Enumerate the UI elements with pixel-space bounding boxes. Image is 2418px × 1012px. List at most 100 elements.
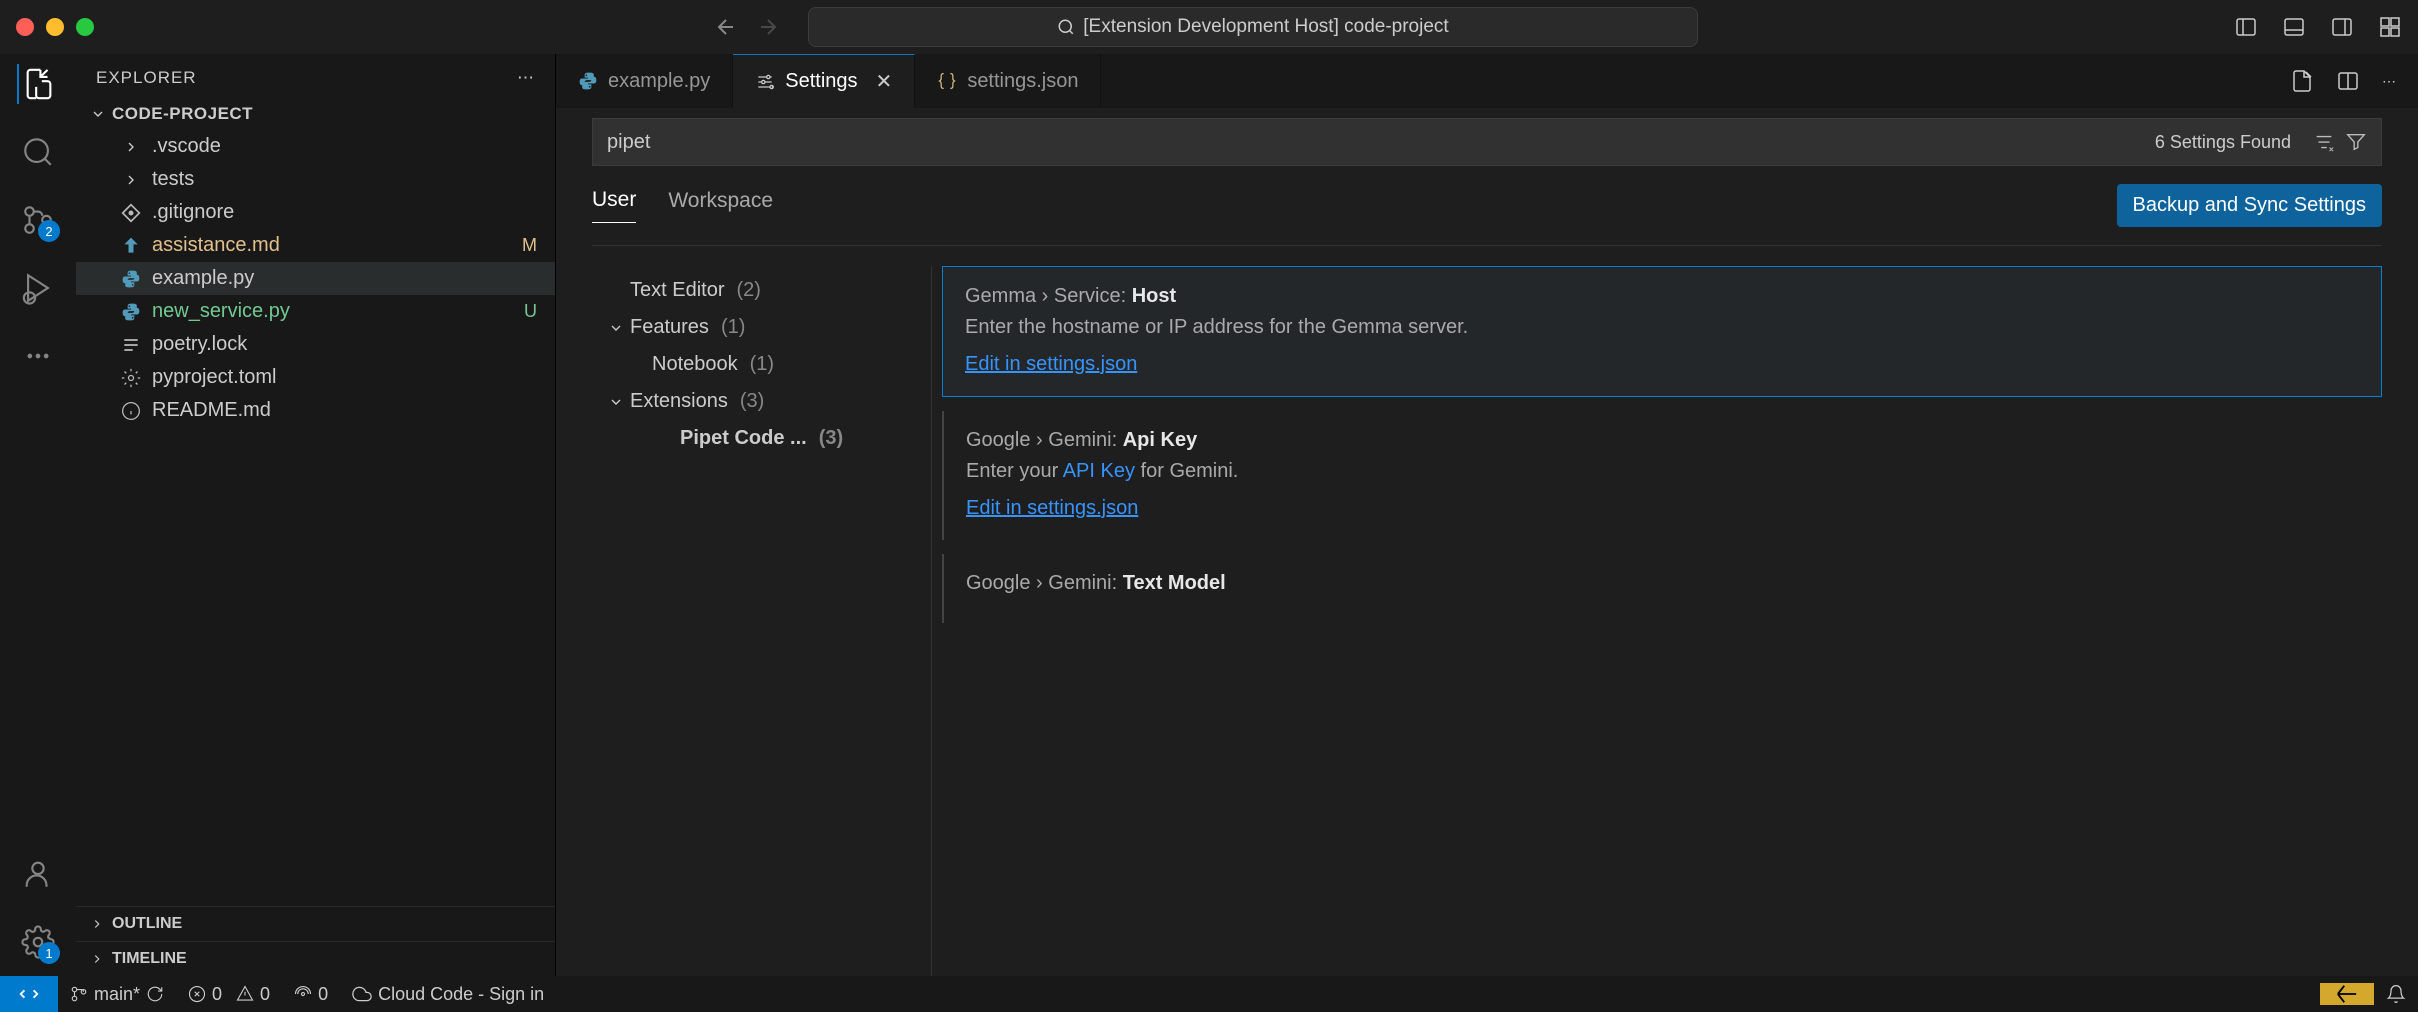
toggle-primary-sidebar-icon[interactable] [2234, 15, 2258, 39]
settings-search-input[interactable] [607, 131, 2155, 154]
source-control-icon[interactable]: 2 [18, 200, 58, 240]
scm-badge: 2 [38, 220, 60, 242]
command-center[interactable]: [Extension Development Host] code-projec… [808, 7, 1698, 47]
toc-label: Text Editor [630, 279, 724, 302]
file-assistance-md[interactable]: assistance.md M [76, 229, 555, 262]
project-header[interactable]: CODE-PROJECT [76, 98, 555, 130]
chevron-down-icon [608, 320, 624, 336]
file-icon [120, 139, 142, 155]
toc-Extensions[interactable]: Extensions(3) [602, 383, 921, 420]
api-key-link[interactable]: API Key [1063, 460, 1135, 482]
file-example-py[interactable]: example.py [76, 262, 555, 295]
file-poetry-lock[interactable]: poetry.lock [76, 328, 555, 361]
setting-scope: Google › Gemini: [966, 429, 1123, 451]
error-icon [188, 985, 206, 1003]
tab-settings-json[interactable]: settings.json [915, 54, 1101, 108]
toc-Text-Editor[interactable]: Text Editor (2) [602, 272, 921, 309]
radio-icon [294, 985, 312, 1003]
file-label: new_service.py [152, 300, 514, 323]
more-icon[interactable]: ⋯ [517, 68, 535, 88]
setting-Api-Key[interactable]: Google › Gemini: Api KeyEnter your API K… [942, 411, 2382, 540]
more-icon[interactable]: ⋯ [2382, 73, 2396, 90]
edit-in-json-link[interactable]: Edit in settings.json [965, 353, 1137, 375]
toc-count: (2) [736, 279, 760, 302]
chevron-right-icon [90, 917, 104, 931]
outline-section[interactable]: OUTLINE [76, 906, 555, 941]
customize-layout-icon[interactable] [2378, 15, 2402, 39]
setting-description: Enter the hostname or IP address for the… [965, 316, 2359, 339]
toc-count: (1) [721, 316, 745, 339]
tab-label: example.py [608, 70, 710, 93]
window-title: [Extension Development Host] code-projec… [1083, 16, 1448, 38]
toggle-panel-icon[interactable] [2282, 15, 2306, 39]
chevron-right-icon [90, 952, 104, 966]
tab-Settings[interactable]: Settings ✕ [733, 54, 915, 108]
ports-status[interactable]: 0 [282, 984, 340, 1005]
chevron-down-icon [90, 106, 106, 122]
manage-icon[interactable]: 1 [18, 922, 58, 962]
setting-Host[interactable]: Gemma › Service: HostEnter the hostname … [942, 266, 2382, 397]
notifications-icon[interactable] [2374, 983, 2418, 1005]
file-icon [120, 172, 142, 188]
sidebar: EXPLORER ⋯ CODE-PROJECT .vscode tests .g… [76, 54, 556, 976]
scope-workspace-tab[interactable]: Workspace [668, 189, 773, 223]
toc-label: Features [630, 316, 709, 339]
maximize-window-button[interactable] [76, 18, 94, 36]
setting-Text-Model[interactable]: Google › Gemini: Text Model [942, 554, 2382, 623]
minimize-window-button[interactable] [46, 18, 64, 36]
toc-Pipet-Code----[interactable]: Pipet Code ...(3) [602, 420, 921, 457]
split-editor-icon[interactable] [2336, 69, 2360, 93]
accounts-icon[interactable] [18, 854, 58, 894]
debug-icon[interactable] [18, 268, 58, 308]
clear-filter-icon[interactable] [2313, 131, 2335, 153]
branch-status[interactable]: main* [58, 984, 176, 1005]
prettier-status[interactable] [2320, 983, 2374, 1005]
file-status: U [524, 301, 537, 322]
file-label: .vscode [152, 135, 543, 158]
close-icon[interactable]: ✕ [876, 69, 893, 94]
nav-forward-icon[interactable] [756, 15, 780, 39]
cloud-code-status[interactable]: Cloud Code - Sign in [340, 984, 556, 1005]
nav-back-icon[interactable] [714, 15, 738, 39]
statusbar: main* 0 0 0 Cloud Code - Sign in [0, 976, 2418, 1012]
file-label: poetry.lock [152, 333, 543, 356]
file-icon [120, 302, 142, 322]
edit-in-json-link[interactable]: Edit in settings.json [966, 497, 1138, 519]
search-icon [1057, 18, 1075, 36]
close-window-button[interactable] [16, 18, 34, 36]
explorer-icon[interactable] [17, 64, 57, 104]
file-label: example.py [152, 267, 543, 290]
file-status: M [522, 235, 537, 256]
problems-status[interactable]: 0 0 [176, 984, 282, 1005]
branch-name: main* [94, 984, 140, 1005]
titlebar: [Extension Development Host] code-projec… [0, 0, 2418, 54]
file-icon [120, 203, 142, 223]
setting-scope: Gemma › Service: [965, 285, 1132, 307]
toggle-secondary-sidebar-icon[interactable] [2330, 15, 2354, 39]
branch-icon [70, 985, 88, 1003]
file-README-md[interactable]: README.md [76, 394, 555, 427]
timeline-section[interactable]: TIMELINE [76, 941, 555, 976]
file-icon [120, 335, 142, 355]
filter-icon[interactable] [2345, 131, 2367, 153]
setting-scope: Google › Gemini: [966, 572, 1123, 594]
remote-button[interactable] [0, 976, 58, 1012]
toc-Features[interactable]: Features (1) [602, 309, 921, 346]
toc-Notebook[interactable]: Notebook (1) [602, 346, 921, 383]
tab-example-py[interactable]: example.py [556, 54, 733, 108]
file--vscode[interactable]: .vscode [76, 130, 555, 163]
file-pyproject-toml[interactable]: pyproject.toml [76, 361, 555, 394]
search-icon[interactable] [18, 132, 58, 172]
settings-list: Gemma › Service: HostEnter the hostname … [932, 266, 2382, 976]
toc-count: (1) [750, 353, 774, 376]
open-changes-icon[interactable] [2290, 69, 2314, 93]
scope-user-tab[interactable]: User [592, 188, 636, 223]
more-icon[interactable] [18, 336, 58, 376]
warning-icon [236, 985, 254, 1003]
file--gitignore[interactable]: .gitignore [76, 196, 555, 229]
tab-icon [578, 71, 598, 91]
toc-label: Notebook [652, 353, 738, 376]
file-new-service-py[interactable]: new_service.py U [76, 295, 555, 328]
backup-sync-button[interactable]: Backup and Sync Settings [2117, 184, 2382, 227]
file-tests[interactable]: tests [76, 163, 555, 196]
